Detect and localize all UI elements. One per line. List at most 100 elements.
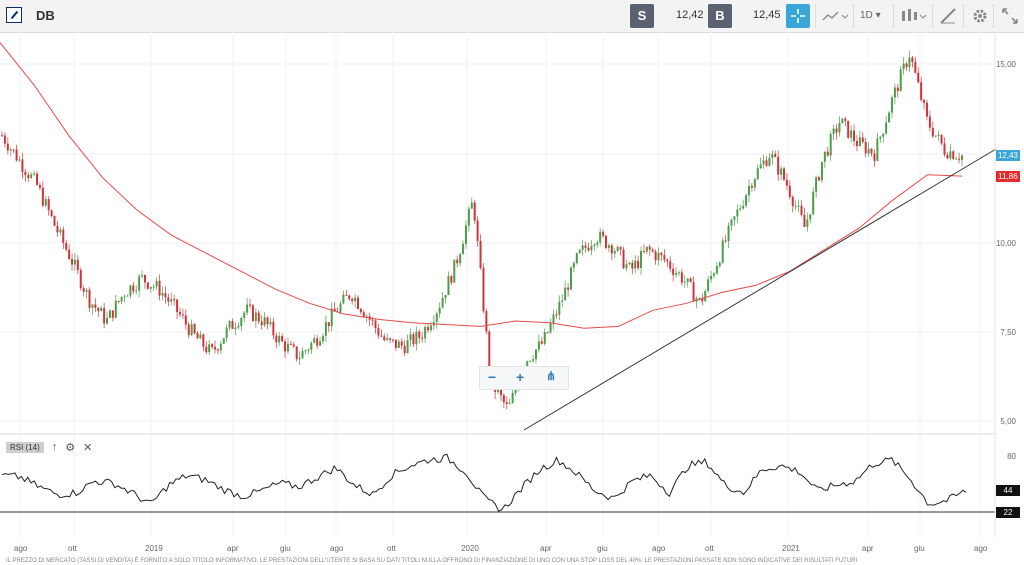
candle-body — [301, 350, 304, 359]
price-chart[interactable] — [0, 32, 1024, 557]
candle-body — [640, 251, 643, 269]
candle-body — [380, 335, 383, 337]
candle-body — [543, 332, 546, 344]
candle-body — [569, 267, 572, 290]
candle-body — [567, 287, 570, 290]
candle-body — [672, 268, 675, 275]
zoom-in-icon[interactable]: + — [516, 369, 524, 385]
candle-body — [170, 299, 173, 302]
candle-body — [456, 259, 459, 264]
candle-body — [304, 350, 307, 352]
candle-body — [462, 243, 465, 255]
candle-body — [79, 269, 82, 289]
rsi-line — [1, 453, 967, 512]
candle-body — [625, 264, 628, 269]
candle-body — [648, 246, 651, 250]
candle-body — [406, 340, 409, 354]
separator — [853, 4, 854, 28]
candle-body — [421, 337, 424, 339]
arrow-up-icon[interactable]: ↑ — [52, 441, 58, 453]
interval-label: 1D — [860, 10, 873, 21]
candle-body — [356, 297, 359, 309]
candle-body — [710, 275, 713, 280]
candle-body — [24, 171, 27, 175]
candle-body — [876, 138, 879, 161]
candle-body — [937, 134, 940, 136]
candle-body — [800, 205, 803, 215]
candle-body — [435, 313, 438, 323]
draw-icon[interactable] — [937, 4, 961, 28]
candle-body — [208, 344, 211, 353]
rsi-current-badge: 44 — [996, 485, 1020, 496]
gear-icon[interactable] — [968, 4, 992, 28]
candle-body — [82, 288, 85, 292]
candle-body — [628, 262, 631, 265]
candle-body — [850, 130, 853, 138]
candle-body — [324, 322, 327, 336]
candle-body — [190, 324, 193, 336]
candle-body — [114, 300, 117, 318]
candle-body — [155, 280, 158, 287]
candle-body — [610, 245, 613, 254]
buy-button[interactable]: B — [708, 4, 732, 28]
candle-body — [327, 322, 330, 327]
sell-button[interactable]: S — [630, 4, 654, 28]
moving-average-line — [0, 42, 963, 329]
zoom-out-icon[interactable]: − — [488, 369, 496, 385]
time-axis-label: ott — [387, 544, 396, 553]
chevron-down-icon: ▾ — [875, 10, 881, 21]
rsi-label[interactable]: RSI (14) — [6, 441, 44, 453]
candle-body — [558, 301, 561, 315]
candle-body — [742, 205, 745, 209]
candle-body — [383, 336, 386, 341]
candle-body — [464, 225, 467, 244]
disclaimer-text: IL PREZZO DI MERCATO (TASSI DI VENDITA) … — [6, 558, 858, 564]
candles-icon[interactable] — [898, 4, 928, 28]
candle-body — [164, 293, 167, 298]
candle-body — [660, 252, 663, 255]
close-icon[interactable]: ✕ — [83, 441, 92, 454]
gear-icon[interactable]: ⚙ — [65, 441, 75, 454]
candle-body — [389, 338, 392, 340]
candle-body — [59, 229, 62, 233]
candle-body — [768, 157, 771, 166]
trend-line[interactable] — [523, 148, 997, 431]
candle-body — [712, 273, 715, 276]
interval-select[interactable]: 1D ▾ — [860, 4, 890, 28]
price-axis-label: 7,50 — [1000, 328, 1016, 337]
candle-body — [651, 249, 654, 252]
top-toolbar: DB S 12,42 B 12,45 1D ▾ — [0, 0, 1024, 33]
candle-body — [409, 334, 412, 341]
candle-body — [552, 314, 555, 324]
candle-body — [354, 297, 357, 302]
candle-body — [587, 247, 590, 251]
candle-body — [394, 339, 397, 348]
candle-body — [138, 276, 141, 291]
candle-body — [923, 99, 926, 103]
share-icon[interactable]: ⋔ — [546, 369, 556, 383]
candle-body — [18, 159, 21, 161]
candle-body — [362, 312, 365, 317]
price-axis-label: 15,00 — [995, 60, 1016, 69]
candle-body — [686, 278, 689, 282]
candle-body — [753, 178, 756, 188]
crosshair-icon[interactable] — [786, 4, 810, 28]
candle-body — [803, 214, 806, 227]
candle-body — [214, 346, 217, 350]
candle-body — [237, 326, 240, 328]
candle-body — [257, 312, 260, 322]
chart-type-icon[interactable] — [820, 4, 850, 28]
candle-body — [797, 205, 800, 207]
candle-body — [146, 282, 149, 289]
candle-body — [269, 321, 272, 325]
candle-body — [219, 343, 222, 351]
candle-body — [905, 63, 908, 68]
candle-body — [546, 332, 549, 334]
candle-body — [473, 202, 476, 221]
candle-body — [867, 148, 870, 154]
candle-body — [879, 136, 882, 139]
candle-body — [447, 276, 450, 296]
fullscreen-icon[interactable] — [998, 4, 1022, 28]
candle-body — [310, 342, 313, 350]
candle-body — [823, 151, 826, 162]
